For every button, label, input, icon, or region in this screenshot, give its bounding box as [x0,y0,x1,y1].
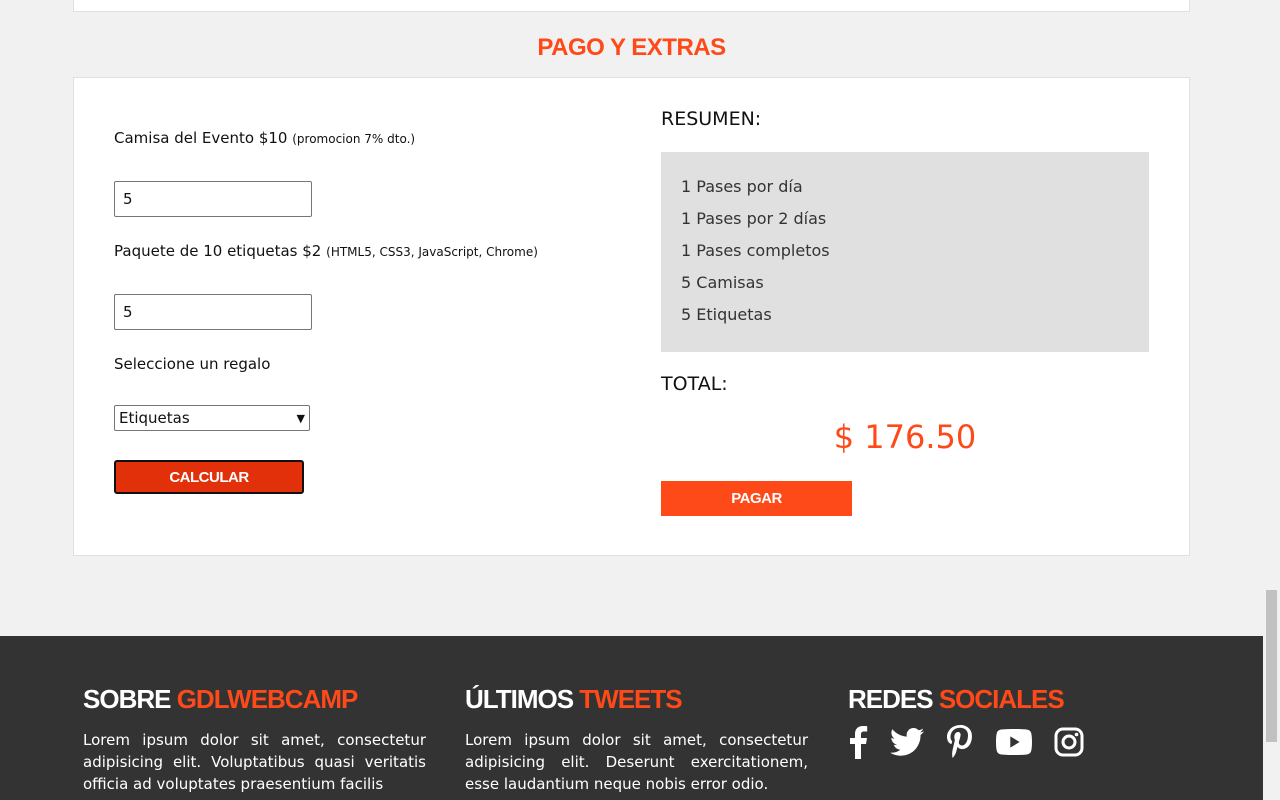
footer-about-title: SOBRE GDLWEBCAMP [83,684,426,715]
camisa-label: Camisa del Evento $10 (promocion 7% dto.… [114,129,415,147]
twitter-icon[interactable] [890,728,924,756]
total-title: TOTAL: [661,373,728,395]
resumen-item: 1 Pases por 2 días [681,209,827,228]
footer-about-title-b: GDLWEBCAMP [176,684,359,714]
footer-social-title-b: SOCIALES [938,684,1065,714]
page-scrollbar[interactable] [1263,0,1280,800]
etiquetas-quantity-input[interactable] [114,294,312,330]
footer-tweets: ÚLTIMOS TWEETS Lorem ipsum dolor sit ame… [465,684,808,795]
footer-social: REDES SOCIALES [848,684,1191,759]
section-title: PAGO Y EXTRAS [537,34,726,61]
etiquetas-note: (HTML5, CSS3, JavaScript, Chrome) [326,245,538,259]
pinterest-icon[interactable] [946,725,974,759]
chevron-down-icon: ▼ [296,411,305,425]
resumen-list: 1 Pases por día 1 Pases por 2 días 1 Pas… [661,152,1149,352]
camisa-label-text: Camisa del Evento $10 [114,129,288,147]
footer-tweets-text: Lorem ipsum dolor sit amet, consectetur … [465,731,808,793]
etiquetas-label-text: Paquete de 10 etiquetas $2 [114,242,322,260]
resumen-item: 5 Camisas [681,273,764,292]
instagram-icon[interactable] [1054,727,1084,757]
footer-social-title-a: REDES [848,684,934,714]
payment-panel: Camisa del Evento $10 (promocion 7% dto.… [73,77,1190,556]
resumen-item: 1 Pases completos [681,241,830,260]
footer-about-text: Lorem ipsum dolor sit amet, consectetur … [83,731,426,793]
footer-tweets-title-b: TWEETS [579,684,682,714]
resumen-item: 5 Etiquetas [681,305,772,324]
regalo-selected-value: Etiquetas [119,409,190,427]
footer-about: SOBRE GDLWEBCAMP Lorem ipsum dolor sit a… [83,684,426,795]
footer-about-title-a: SOBRE [83,684,171,714]
pagar-button[interactable]: Pagar [661,481,852,516]
youtube-icon[interactable] [996,729,1032,755]
footer-tweets-title: ÚLTIMOS TWEETS [465,684,808,715]
facebook-icon[interactable] [848,725,868,759]
resumen-title: RESUMEN: [661,108,762,130]
site-footer: SOBRE GDLWEBCAMP Lorem ipsum dolor sit a… [0,636,1263,800]
footer-tweets-title-a: ÚLTIMOS [465,684,574,714]
calcular-button[interactable]: Calcular [114,460,304,494]
total-value: $ 176.50 [833,418,977,456]
social-links [848,725,1191,759]
resumen-item: 1 Pases por día [681,177,803,196]
regalo-label: Seleccione un regalo [114,355,271,373]
camisa-quantity-input[interactable] [114,181,312,217]
scrollbar-thumb[interactable] [1266,590,1277,742]
footer-social-title: REDES SOCIALES [848,684,1191,715]
previous-section-box [73,0,1190,12]
etiquetas-label: Paquete de 10 etiquetas $2 (HTML5, CSS3,… [114,242,538,260]
regalo-select[interactable]: Etiquetas ▼ [114,405,310,431]
camisa-note: (promocion 7% dto.) [292,132,416,146]
